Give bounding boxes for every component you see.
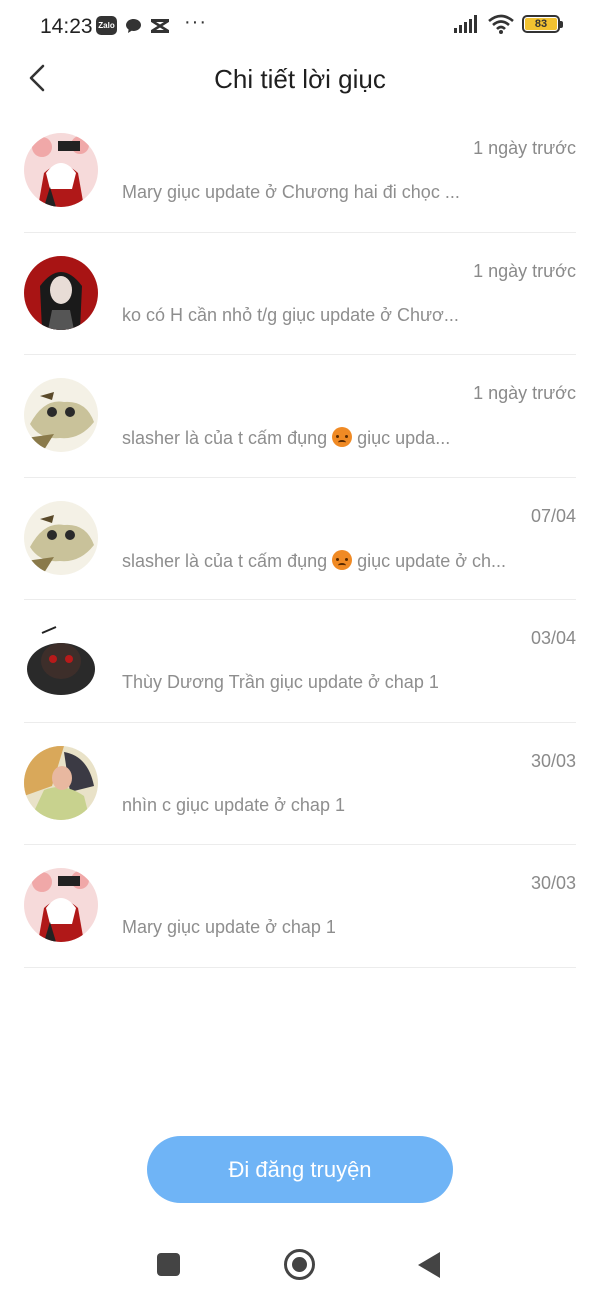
home-icon[interactable] <box>284 1249 315 1280</box>
avatar-pink-hair-image <box>24 133 98 207</box>
avatar[interactable] <box>24 868 98 942</box>
status-bar: 14:23 Zalo ··· 83 <box>0 0 600 52</box>
back-triangle-icon[interactable] <box>418 1252 440 1278</box>
item-time: 30/03 <box>530 873 576 893</box>
message-icon <box>126 18 141 33</box>
item-text: slasher là của t cấm đụng giục upda... <box>122 427 512 449</box>
avatar-pink-hair-image <box>24 868 98 942</box>
battery-level: 83 <box>525 18 557 30</box>
zalo-icon: Zalo <box>96 16 117 35</box>
system-icons: 83 <box>454 14 563 34</box>
item-text: Mary giục update ở Chương hai đi chọc ..… <box>122 182 460 202</box>
list-item[interactable]: 03/04 Thùy Dương Trần giục update ở chap… <box>24 600 576 723</box>
notification-icons: Zalo ··· <box>96 11 207 35</box>
item-text-part: slasher là của t cấm đụng <box>122 550 333 571</box>
avatar-beige-creature-image <box>24 500 98 575</box>
item-time: 1 ngày trước <box>473 138 576 158</box>
item-time: 1 ngày trước <box>473 260 576 281</box>
item-time: 07/04 <box>530 505 576 526</box>
avatar[interactable] <box>24 500 98 575</box>
avatar[interactable] <box>24 378 98 452</box>
battery-icon: 83 <box>522 15 563 33</box>
angry-face-emoji-icon <box>332 427 353 447</box>
item-time: 1 ngày trước <box>473 383 576 403</box>
list-item[interactable]: 30/03 Mary giục update ở chap 1 <box>24 845 576 968</box>
avatar[interactable] <box>24 745 98 820</box>
avatar[interactable] <box>24 255 98 330</box>
list-item[interactable]: 1 ngày trước Mary giục update ở Chương h… <box>24 110 576 233</box>
navigation-bar <box>0 1236 600 1296</box>
avatar-beige-creature-image <box>24 378 98 452</box>
avatar-dark-mask-image <box>24 623 98 697</box>
item-text: nhìn c giục update ở chap 1 <box>122 794 345 815</box>
list-item[interactable]: 07/04 slasher là của t cấm đụng giục upd… <box>24 478 576 600</box>
list-item[interactable]: 1 ngày trước ko có H cần nhỏ t/g giục up… <box>24 233 576 355</box>
item-text-part: slasher là của t cấm đụng <box>122 428 333 448</box>
item-text: slasher là của t cấm đụng giục update ở … <box>122 549 512 572</box>
avatar-dark-hair-image <box>24 255 98 330</box>
item-text: Thùy Dương Trần giục update ở chap 1 <box>122 672 439 692</box>
list-item[interactable]: 30/03 nhìn c giục update ở chap 1 <box>24 723 576 845</box>
capcut-icon <box>151 18 169 33</box>
more-notifications-icon: ··· <box>184 11 207 33</box>
angry-face-emoji-icon <box>332 549 353 570</box>
item-text-part: giục upda... <box>352 428 451 448</box>
wifi-icon <box>488 14 514 34</box>
list-item[interactable]: 1 ngày trước slasher là của t cấm đụng g… <box>24 355 576 478</box>
item-text-part: giục update ở ch... <box>352 550 507 571</box>
item-time: 03/04 <box>530 628 576 648</box>
page-title: Chi tiết lời giục <box>214 64 386 94</box>
item-text: Mary giục update ở chap 1 <box>122 917 336 937</box>
header: Chi tiết lời giục <box>0 52 600 108</box>
item-text: ko có H cần nhỏ t/g giục update ở Chươ..… <box>122 304 459 325</box>
avatar[interactable] <box>24 133 98 207</box>
status-time: 14:23 <box>40 15 93 38</box>
signal-icon <box>454 15 477 33</box>
avatar-couple-art-image <box>24 745 98 820</box>
item-time: 30/03 <box>530 750 576 771</box>
reminder-list: 1 ngày trước Mary giục update ở Chương h… <box>24 110 576 968</box>
avatar[interactable] <box>24 623 98 697</box>
post-story-button[interactable]: Đi đăng truyện <box>147 1136 453 1203</box>
recent-apps-icon[interactable] <box>157 1253 180 1276</box>
